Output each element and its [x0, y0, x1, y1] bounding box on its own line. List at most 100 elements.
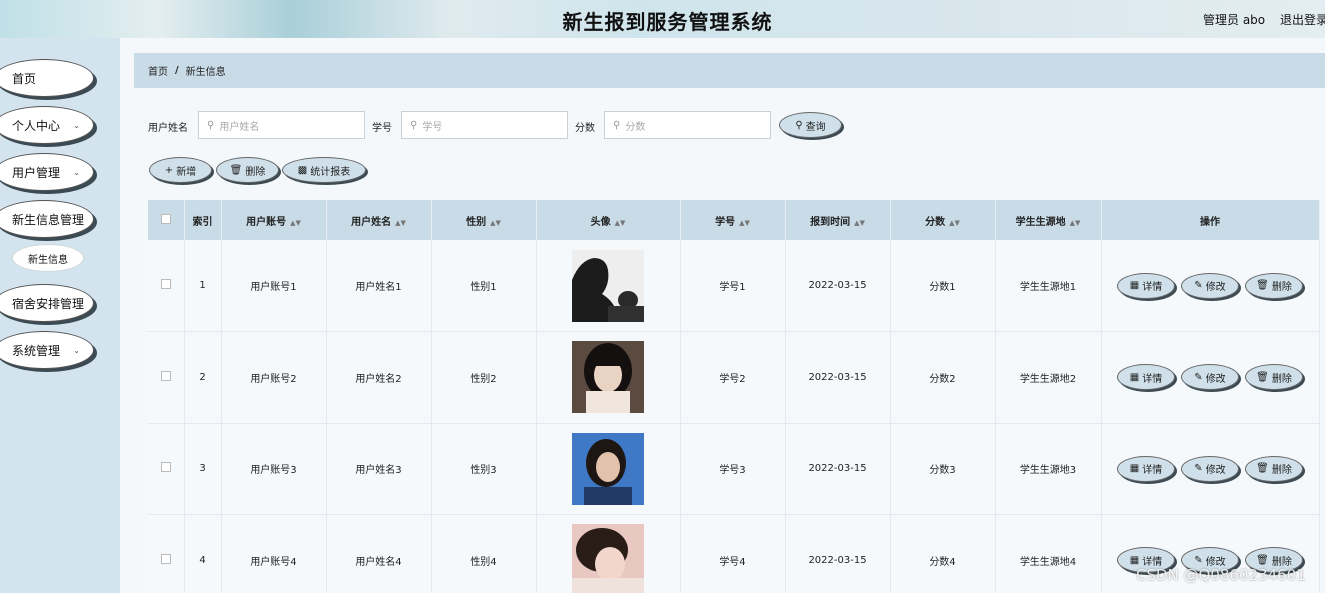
- student-table: 索引 用户账号 ▲▼ 用户姓名 ▲▼ 性别 ▲▼ 头像 ▲▼ 学号 ▲▼ 报到时间 ▲▼ 分…: [148, 200, 1320, 593]
- search-icon: ⚲: [613, 119, 621, 131]
- avatar: [572, 249, 644, 322]
- watermark: CSDN @Q0860234601: [1136, 566, 1306, 584]
- cell-score: 分数4: [890, 514, 996, 593]
- studentid-label: 学号: [372, 123, 392, 134]
- avatar: [572, 524, 644, 593]
- score-search-input[interactable]: ⚲ 分数: [604, 111, 771, 139]
- row-checkbox[interactable]: [160, 553, 171, 564]
- document-icon: ▦: [1129, 554, 1140, 566]
- trash-icon: 🗑: [1256, 371, 1269, 383]
- cell-date: 2022-03-15: [785, 423, 891, 515]
- column-header[interactable]: 学号 ▲▼: [680, 200, 786, 240]
- row-checkbox[interactable]: [160, 279, 171, 289]
- cell-gender: 性别1: [431, 240, 537, 332]
- delete-button[interactable]: 🗑 删除: [1245, 455, 1303, 482]
- delete-button[interactable]: 🗑 删除: [1245, 364, 1303, 391]
- sidebar-item-label: 系统管理: [12, 343, 61, 358]
- query-button-label: 查询: [805, 121, 826, 133]
- column-header[interactable]: 用户账号 ▲▼: [221, 200, 327, 240]
- cell-name: 用户姓名2: [326, 331, 432, 424]
- cell-account: 用户账号3: [221, 423, 327, 515]
- detail-button[interactable]: ▦ 详情: [1117, 455, 1175, 482]
- sort-icon[interactable]: ▲▼: [490, 219, 501, 227]
- main-content: 首页 / 新生信息 用户姓名 ⚲ 用户姓名 学号 ⚲ 学号 分数 ⚲ 分数 ⚲ …: [120, 38, 1325, 593]
- sort-icon[interactable]: ▲▼: [395, 219, 406, 227]
- plus-icon: +: [164, 164, 174, 176]
- table-row: 2 用户账号2 用户姓名2 性别2 学号2 2022-03-15 分数2 学生生…: [148, 331, 1320, 424]
- trash-icon: 🗑: [1256, 463, 1269, 475]
- sidebar: 首页 个人中心 ⌄ 用户管理 ⌄ 新生信息管理 新生信息 宿舍安排管理 系统管理…: [0, 38, 120, 593]
- cell-origin: 学生生源地4: [995, 514, 1102, 593]
- cell-gender: 性别2: [431, 331, 537, 424]
- studentid-placeholder: 学号: [422, 121, 443, 133]
- breadcrumb-current: 新生信息: [185, 67, 226, 78]
- query-button[interactable]: ⚲ 查询: [779, 112, 842, 138]
- delete-button-label: 删除: [245, 166, 266, 178]
- breadcrumb-separator: /: [175, 65, 179, 76]
- column-header[interactable]: 性别 ▲▼: [431, 200, 537, 240]
- column-header: 操作: [1101, 200, 1320, 240]
- select-all-cell[interactable]: [148, 200, 185, 240]
- sidebar-item-label: 用户管理: [12, 165, 61, 180]
- pencil-icon: ✎: [1194, 463, 1203, 475]
- cell-name: 用户姓名4: [326, 514, 432, 593]
- submenu-item-student-info[interactable]: 新生信息: [12, 244, 84, 272]
- breadcrumb-home[interactable]: 首页: [148, 63, 168, 78]
- cell-name: 用户姓名3: [326, 423, 432, 515]
- edit-button[interactable]: ✎ 修改: [1181, 272, 1239, 299]
- studentid-search-input[interactable]: ⚲ 学号: [401, 111, 568, 139]
- cell-gender: 性别3: [431, 423, 537, 515]
- username-search-input[interactable]: ⚲ 用户姓名: [198, 111, 365, 139]
- sidebar-item-profile[interactable]: 个人中心 ⌄: [0, 106, 94, 144]
- column-header[interactable]: 用户姓名 ▲▼: [326, 200, 432, 240]
- chevron-down-icon: ⌄: [73, 121, 80, 130]
- batch-delete-button[interactable]: 🗑 删除: [216, 157, 279, 183]
- column-header[interactable]: 分数 ▲▼: [890, 200, 996, 240]
- chevron-down-icon: ⌄: [73, 168, 80, 177]
- detail-button[interactable]: ▦ 详情: [1117, 364, 1175, 391]
- app-title: 新生报到服务管理系统: [562, 10, 773, 34]
- sidebar-item-users[interactable]: 用户管理 ⌄: [0, 153, 94, 191]
- trash-icon: 🗑: [1256, 554, 1269, 566]
- select-all-checkbox[interactable]: [160, 213, 171, 224]
- logout-link[interactable]: 退出登录: [1280, 11, 1325, 28]
- add-button-label: 新增: [176, 166, 197, 178]
- sidebar-item-home[interactable]: 首页: [0, 59, 94, 97]
- row-checkbox[interactable]: [160, 370, 171, 381]
- sidebar-item-label: 个人中心: [12, 118, 61, 133]
- sidebar-item-label: 新生信息管理: [12, 212, 85, 227]
- cell-student-id: 学号4: [680, 514, 786, 593]
- sidebar-item-dorm[interactable]: 宿舍安排管理: [0, 284, 94, 322]
- sidebar-item-student-info[interactable]: 新生信息管理: [0, 200, 94, 238]
- cell-index: 3: [184, 423, 222, 515]
- column-header[interactable]: 学生生源地 ▲▼: [995, 200, 1102, 240]
- avatar: [572, 341, 644, 414]
- delete-button[interactable]: 🗑 删除: [1245, 272, 1303, 299]
- report-button[interactable]: ▩ 统计报表: [282, 157, 366, 183]
- sort-icon[interactable]: ▲▼: [1070, 219, 1081, 227]
- cell-gender: 性别4: [431, 514, 537, 593]
- edit-button[interactable]: ✎ 修改: [1181, 364, 1239, 391]
- sort-icon[interactable]: ▲▼: [290, 219, 301, 227]
- edit-button[interactable]: ✎ 修改: [1181, 455, 1239, 482]
- sort-icon[interactable]: ▲▼: [615, 219, 626, 227]
- pencil-icon: ✎: [1194, 280, 1203, 291]
- detail-button[interactable]: ▦ 详情: [1117, 272, 1175, 299]
- report-button-label: 统计报表: [310, 166, 351, 178]
- cell-account: 用户账号4: [221, 514, 327, 593]
- trash-icon: 🗑: [1256, 280, 1269, 291]
- column-header[interactable]: 头像 ▲▼: [536, 200, 681, 240]
- sort-icon[interactable]: ▲▼: [949, 219, 960, 227]
- cell-origin: 学生生源地1: [995, 240, 1102, 332]
- trash-icon: 🗑: [229, 164, 243, 176]
- sort-icon[interactable]: ▲▼: [854, 219, 865, 227]
- column-header[interactable]: 报到时间 ▲▼: [785, 200, 891, 240]
- add-button[interactable]: + 新增: [149, 157, 212, 183]
- chevron-down-icon: ⌄: [73, 346, 80, 355]
- row-checkbox[interactable]: [160, 462, 171, 473]
- sort-icon[interactable]: ▲▼: [739, 219, 750, 227]
- sidebar-item-system[interactable]: 系统管理 ⌄: [0, 331, 94, 369]
- pencil-icon: ✎: [1194, 554, 1203, 566]
- cell-score: 分数3: [890, 423, 996, 515]
- search-icon: ⚲: [410, 119, 418, 131]
